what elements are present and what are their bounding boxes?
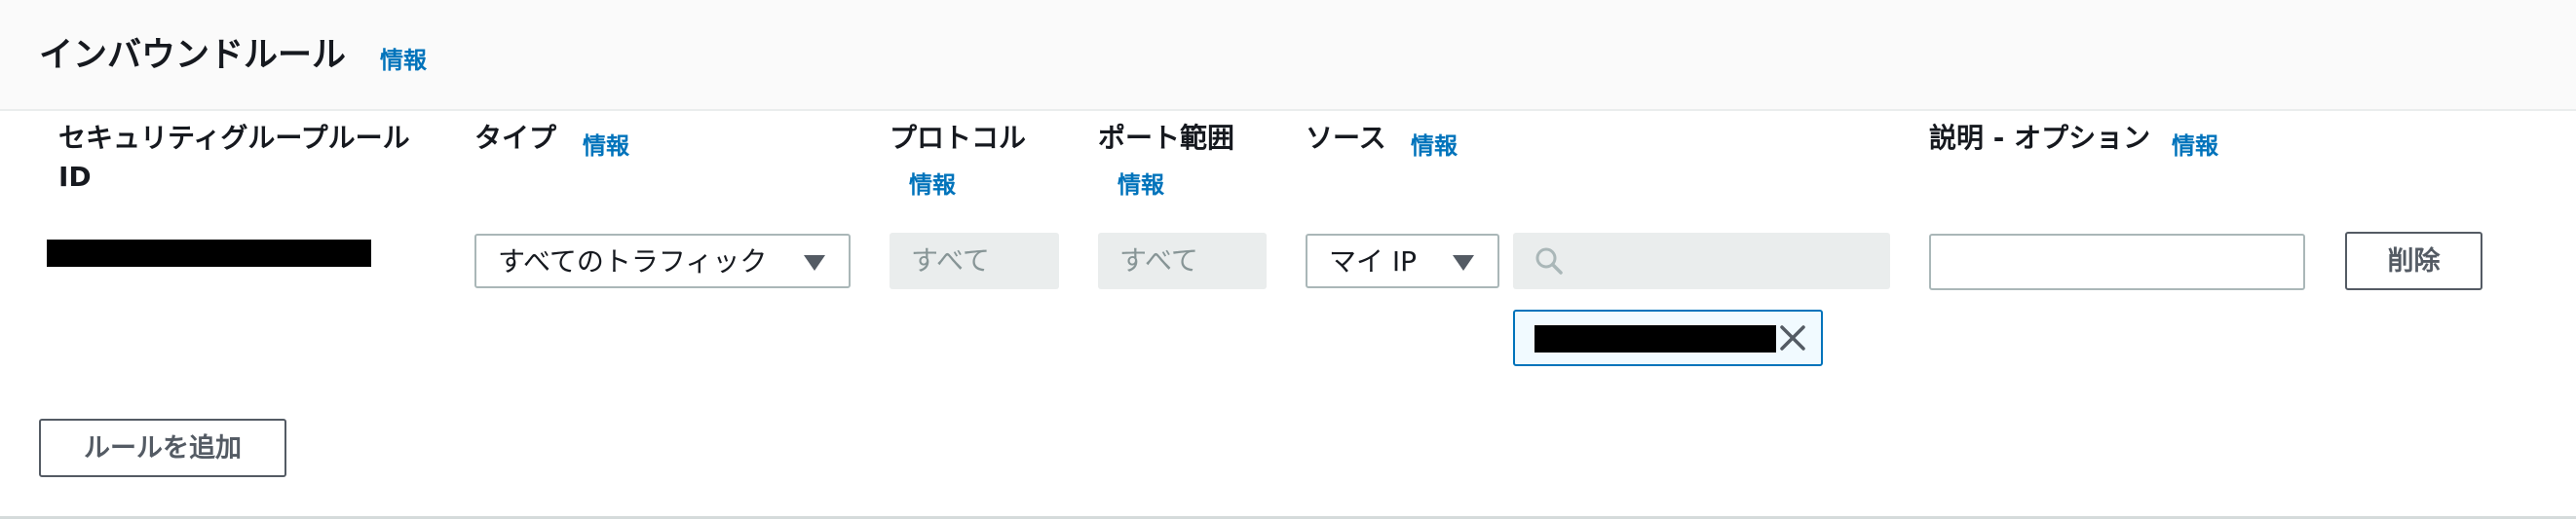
port-range-value: すべて [1119, 244, 1198, 277]
panel-header: インバウンドルール 情報 [0, 0, 2576, 111]
search-icon [1535, 247, 1563, 275]
redacted-rule-id [47, 240, 371, 267]
protocol-field: すべて [890, 233, 1059, 289]
caret-down-icon [804, 255, 825, 271]
type-select-value: すべてのトラフィック [498, 245, 768, 278]
title-info-link[interactable]: 情報 [380, 41, 427, 75]
type-select[interactable]: すべてのトラフィック [474, 234, 851, 288]
add-rule-button[interactable]: ルールを追加 [39, 419, 286, 477]
source-info-link[interactable]: 情報 [1411, 127, 1458, 161]
port-range-info-link[interactable]: 情報 [1118, 166, 1164, 200]
inbound-rules-panel: インバウンドルール 情報 セキュリティグループルール ID タイプ 情報 プロト… [0, 0, 2576, 519]
close-icon[interactable] [1776, 321, 1809, 354]
column-header-source: ソース [1306, 122, 1386, 154]
column-header-rule-id: セキュリティグループルール ID [58, 119, 410, 197]
panel-title: インバウンドルール [39, 36, 347, 75]
description-info-link: 情報 [2172, 132, 2218, 160]
caret-down-icon [1453, 255, 1474, 271]
protocol-info-link[interactable]: 情報 [909, 166, 956, 200]
description-input[interactable] [1929, 234, 2305, 290]
column-header-rule-id-line2: ID [58, 161, 92, 193]
source-ip-token [1513, 310, 1823, 366]
protocol-value: すべて [911, 244, 990, 277]
port-range-field: すべて [1098, 233, 1267, 289]
source-type-value: マイ IP [1329, 245, 1418, 278]
redacted-source-ip [1534, 325, 1776, 353]
column-header-description: 説明 - オプション [1929, 122, 2151, 154]
column-header-protocol: プロトコル [890, 122, 1027, 154]
delete-rule-button[interactable]: 削除 [2345, 232, 2482, 290]
type-info-link[interactable]: 情報 [583, 127, 629, 161]
source-type-select[interactable]: マイ IP [1306, 234, 1499, 288]
column-header-port-range: ポート範囲 [1098, 122, 1235, 154]
column-header-rule-id-line1: セキュリティグループルール [58, 122, 410, 154]
column-header-type: タイプ [474, 122, 557, 154]
source-search-field[interactable] [1513, 233, 1890, 289]
